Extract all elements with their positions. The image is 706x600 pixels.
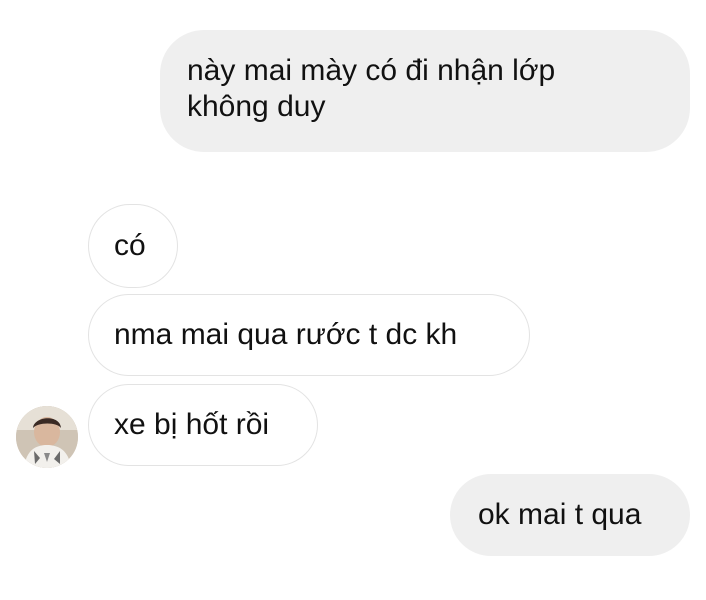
incoming-message-bubble[interactable]: nma mai qua rước t dc kh (88, 294, 530, 376)
message-text: nma mai qua rước t dc kh (114, 318, 458, 351)
message-text: xe bị hốt rồi (114, 408, 270, 441)
outgoing-message-bubble[interactable]: này mai mày có đi nhận lớp không duy (160, 30, 690, 152)
chat-thread: này mai mày có đi nhận lớp không duy có … (0, 0, 706, 600)
message-text: ok mai t qua (478, 498, 642, 531)
incoming-message-bubble[interactable]: xe bị hốt rồi (88, 384, 318, 466)
contact-avatar-photo-icon (16, 406, 78, 468)
message-text: có (114, 229, 146, 262)
incoming-message-bubble[interactable]: có (88, 204, 178, 288)
contact-avatar[interactable] (16, 406, 78, 468)
outgoing-message-bubble[interactable]: ok mai t qua (450, 474, 690, 556)
message-text-line: không duy (187, 90, 326, 123)
message-text-line: này mai mày có đi nhận lớp (187, 54, 556, 87)
